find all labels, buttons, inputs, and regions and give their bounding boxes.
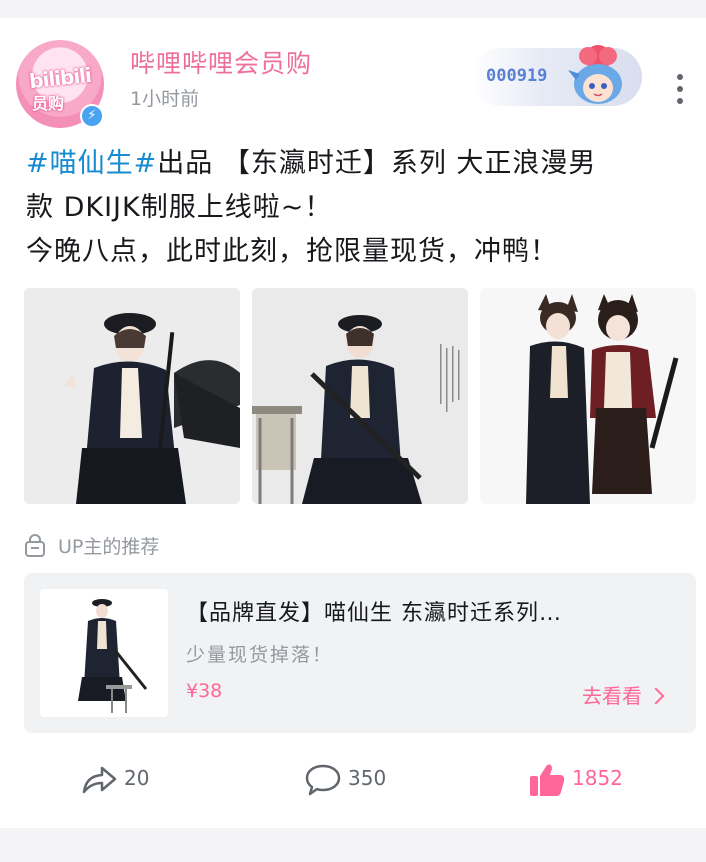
avatar-logo-subtext: 员购	[32, 94, 65, 113]
post-line-3: 今晚八点，此时此刻，抢限量现货，冲鸭！	[26, 236, 558, 267]
goods-photo	[40, 589, 168, 717]
post-line-1-text: 出品 【东瀛时迁】系列 大正浪漫男	[157, 148, 597, 179]
share-arrow-icon	[82, 766, 117, 794]
verified-icon: ⚡	[80, 104, 104, 128]
more-dot	[677, 74, 683, 80]
goods-price: ¥38	[186, 680, 223, 702]
thumbs-up-icon	[530, 764, 565, 796]
goods-view-label: 去看看	[582, 684, 642, 708]
post-line-1: #喵仙生#出品 【东瀛时迁】系列 大正浪漫男	[26, 142, 696, 186]
avatar[interactable]: bilibili 员购 ⚡	[14, 38, 106, 130]
photo-couple	[480, 288, 696, 504]
photo-man-umbrella	[24, 288, 240, 504]
recommend-label-text: UP主的推荐	[58, 536, 160, 558]
comment-bubble-icon	[305, 764, 341, 796]
post-image-3[interactable]	[480, 288, 696, 504]
post-time: 1小时前	[130, 88, 200, 110]
goods-thumbnail	[40, 589, 168, 717]
shopping-bag-icon	[25, 534, 45, 557]
fan-badge[interactable]: 000919	[472, 45, 642, 106]
like-count: 1852	[572, 766, 623, 790]
chevron-right-icon	[647, 687, 665, 705]
post-card: bilibili 员购 ⚡ 哔哩哔哩会员购 1小时前 000919 #喵仙生#出…	[0, 18, 706, 828]
comment-count: 350	[348, 766, 387, 790]
topic-tag[interactable]: #喵仙生#	[26, 148, 157, 179]
more-menu-button[interactable]	[668, 72, 692, 106]
username[interactable]: 哔哩哔哩会员购	[130, 44, 312, 80]
post-line-2: 款 DKIJK制服上线啦~！	[26, 192, 333, 223]
goods-subtitle: 少量现货掉落！	[186, 644, 334, 666]
post-text: #喵仙生#出品 【东瀛时迁】系列 大正浪漫男 款 DKIJK制服上线啦~！ 今晚…	[26, 142, 696, 274]
goods-view-button[interactable]: 去看看	[582, 680, 665, 709]
post-image-1[interactable]	[24, 288, 240, 504]
photo-man-sitting	[252, 288, 468, 504]
post-image-2[interactable]	[252, 288, 468, 504]
goods-title: 【品牌直发】喵仙生 东瀛时迁系列…	[186, 601, 562, 626]
share-count: 20	[124, 766, 150, 790]
more-dot	[677, 98, 683, 104]
badge-character-icon	[568, 45, 622, 104]
goods-card[interactable]: 【品牌直发】喵仙生 东瀛时迁系列… 少量现货掉落！ ¥38 去看看	[24, 573, 696, 733]
badge-number: 000919	[486, 66, 548, 86]
more-dot	[677, 86, 683, 92]
